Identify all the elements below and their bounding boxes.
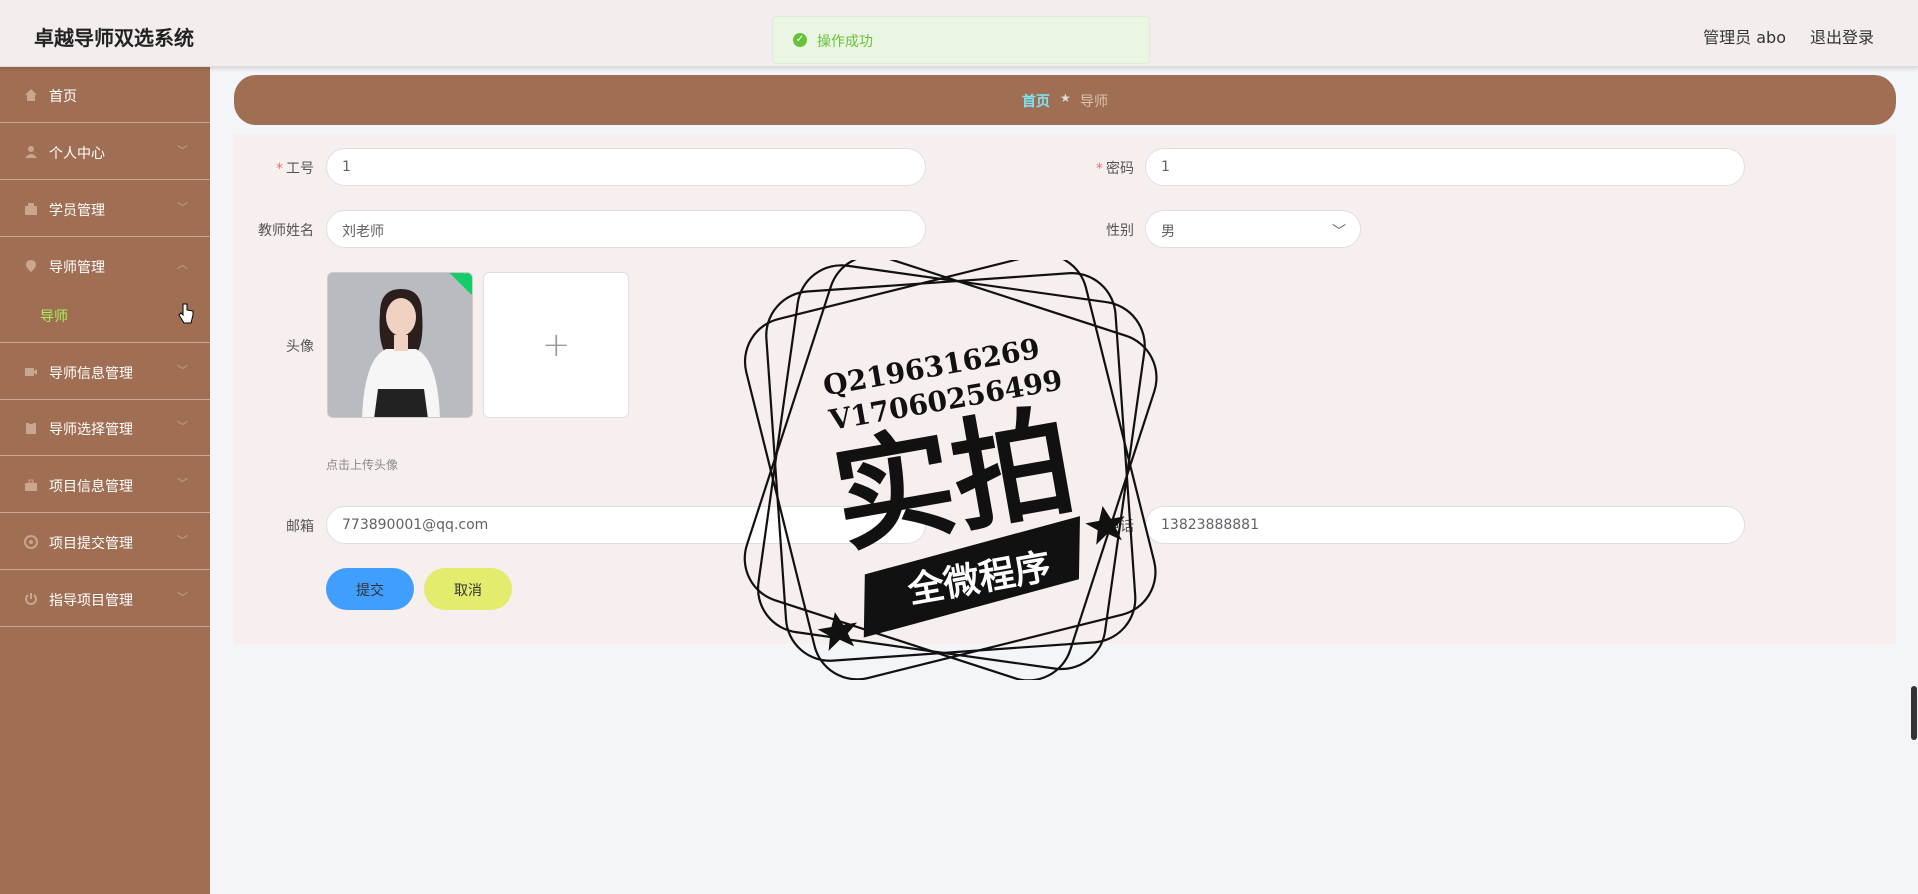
briefcase-icon xyxy=(24,478,38,492)
password-input[interactable]: 1 xyxy=(1145,148,1745,186)
chevron-down-icon: ﹀ xyxy=(1332,224,1346,240)
location-icon xyxy=(24,259,38,273)
sidebar-item-label: 项目信息管理 xyxy=(49,479,133,495)
work-id-input[interactable]: 1 xyxy=(326,148,926,186)
breadcrumb-home[interactable]: 首页 xyxy=(1022,91,1050,111)
sidebar-item-tutor-select[interactable]: 导师选择管理 ﹀ xyxy=(0,399,210,456)
cancel-button[interactable]: 取消 xyxy=(424,568,512,610)
sidebar-item-label: 导师管理 xyxy=(49,260,105,276)
sidebar-item-students[interactable]: 学员管理 ﹀ xyxy=(0,180,210,237)
user-icon xyxy=(24,145,38,159)
success-toast: ✓ 操作成功 xyxy=(772,16,1150,64)
sidebar-item-label: 学员管理 xyxy=(49,203,105,219)
portrait-photo xyxy=(328,273,472,417)
sidebar-item-label: 个人中心 xyxy=(49,146,105,162)
required-mark: * xyxy=(1096,161,1103,177)
label-text: 密码 xyxy=(1106,161,1134,177)
work-id-label: * 工号 xyxy=(234,158,314,178)
sidebar-item-label: 首页 xyxy=(49,89,77,105)
input-value: 刘老师 xyxy=(342,224,384,240)
teacher-name-input[interactable]: 刘老师 xyxy=(326,210,926,248)
avatar-upload-box[interactable]: + xyxy=(483,272,629,418)
app-title: 卓越导师双选系统 xyxy=(34,26,194,50)
input-value: 773890001@qq.com xyxy=(342,517,489,533)
chevron-down-icon: ﹀ xyxy=(177,201,188,214)
students-icon xyxy=(24,202,38,216)
button-label: 取消 xyxy=(454,583,482,599)
phone-input[interactable]: 13823888881 xyxy=(1145,506,1745,544)
chevron-down-icon: ﹀ xyxy=(177,534,188,547)
required-mark: * xyxy=(276,161,283,177)
check-icon: ✓ xyxy=(462,273,472,278)
sidebar-item-tutor-info[interactable]: 导师信息管理 ﹀ xyxy=(0,342,210,400)
sidebar: 首页 个人中心 ﹀ 学员管理 ﹀ 导师管理 ︿ 导师 导师信息管理 ﹀ 导师选择… xyxy=(0,66,210,894)
home-icon xyxy=(24,88,38,102)
email-label: 邮箱 xyxy=(286,519,314,535)
breadcrumb: 首页 ★ 导师 xyxy=(234,75,1896,125)
star-separator-icon: ★ xyxy=(1060,91,1071,105)
breadcrumb-current: 导师 xyxy=(1080,94,1108,110)
scrollbar-thumb[interactable] xyxy=(1911,686,1917,740)
sidebar-item-personal[interactable]: 个人中心 ﹀ xyxy=(0,123,210,180)
button-label: 提交 xyxy=(356,583,384,599)
clipboard-icon xyxy=(24,421,38,435)
sidebar-item-home[interactable]: 首页 xyxy=(0,66,210,123)
submit-button[interactable]: 提交 xyxy=(326,568,414,610)
password-label: * 密码 xyxy=(1054,158,1134,178)
gender-select[interactable]: 男 ﹀ xyxy=(1145,210,1361,248)
watermark-stamp: Q2196316269 V17060256499 实拍 全微程序 xyxy=(743,260,1158,680)
sidebar-item-project-submit[interactable]: 项目提交管理 ﹀ xyxy=(0,513,210,570)
sidebar-item-label: 导师信息管理 xyxy=(49,366,133,382)
gender-label: 性别 xyxy=(1106,223,1134,239)
toast-message: 操作成功 xyxy=(817,34,873,50)
sidebar-subitem-label: 导师 xyxy=(40,309,68,325)
check-circle-icon: ✓ xyxy=(793,33,807,47)
chevron-down-icon: ﹀ xyxy=(177,591,188,604)
power-icon xyxy=(24,592,38,606)
teacher-name-label: 教师姓名 xyxy=(258,223,314,239)
video-icon xyxy=(24,365,38,379)
chevron-down-icon: ﹀ xyxy=(177,420,188,433)
sidebar-item-project-info[interactable]: 项目信息管理 ﹀ xyxy=(0,456,210,513)
avatar-upload-hint: 点击上传头像 xyxy=(326,458,399,472)
chevron-down-icon: ﹀ xyxy=(177,477,188,490)
chevron-down-icon: ﹀ xyxy=(177,364,188,377)
label-text: 工号 xyxy=(286,161,314,177)
chevron-up-icon: ︿ xyxy=(177,258,188,271)
aperture-icon xyxy=(24,535,38,549)
select-value: 男 xyxy=(1161,224,1175,240)
chevron-down-icon: ﹀ xyxy=(177,144,188,157)
plus-icon: + xyxy=(542,325,571,365)
avatar-image[interactable]: ✓ xyxy=(327,272,473,418)
current-user: 管理员 abo xyxy=(1703,28,1786,47)
sidebar-item-label: 项目提交管理 xyxy=(49,536,133,552)
avatar-label: 头像 xyxy=(286,339,314,355)
input-value: 1 xyxy=(1161,159,1170,175)
sidebar-item-tutor[interactable]: 导师管理 ︿ xyxy=(0,237,210,293)
hand-pointer-icon xyxy=(178,303,194,324)
sidebar-item-label: 导师选择管理 xyxy=(49,422,133,438)
sidebar-item-guide-project[interactable]: 指导项目管理 ﹀ xyxy=(0,570,210,627)
sidebar-item-label: 指导项目管理 xyxy=(49,593,133,609)
logout-link[interactable]: 退出登录 xyxy=(1810,24,1874,48)
input-value: 1 xyxy=(342,159,351,175)
